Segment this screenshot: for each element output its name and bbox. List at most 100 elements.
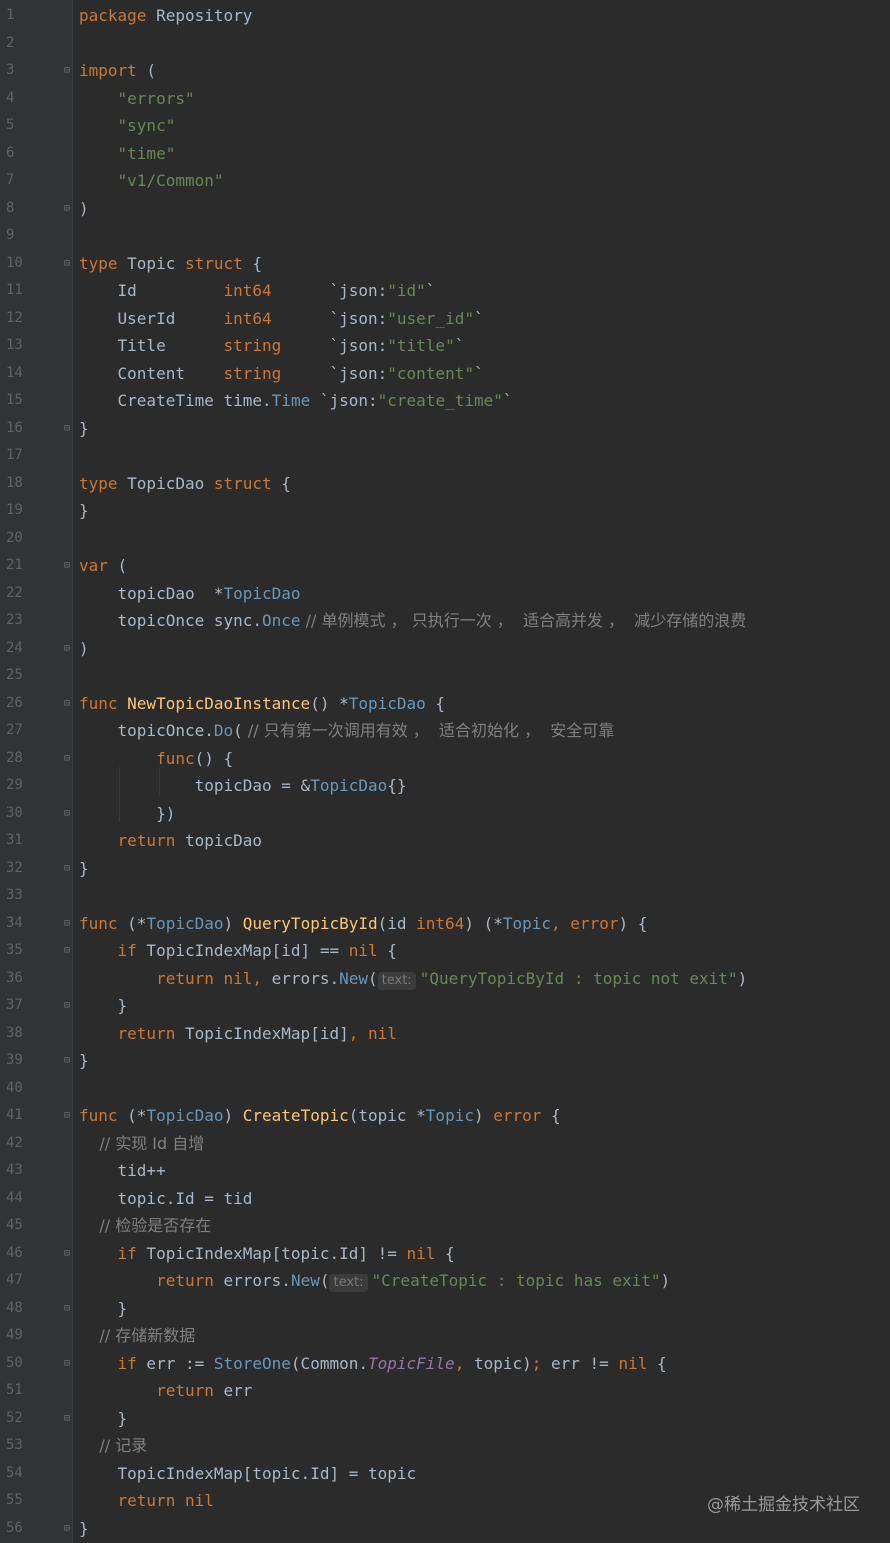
code-line[interactable]: 43 tid++ <box>0 1157 890 1185</box>
code-text: } <box>79 497 89 525</box>
code-line[interactable]: 53 // 记录 <box>0 1432 890 1460</box>
code-token: TopicDao <box>117 473 214 493</box>
code-line[interactable]: 5 "sync" <box>0 112 890 140</box>
code-editor[interactable]: 1 package Repository 2 3 ⊟ import (4 "errors"… <box>0 0 890 1543</box>
code-token: type <box>79 473 118 493</box>
code-line[interactable]: 54 TopicIndexMap[topic.Id] = topic <box>0 1460 890 1488</box>
code-token: { <box>435 1243 455 1263</box>
code-line[interactable]: 8 ⊟) <box>0 195 890 223</box>
code-token: Topic <box>502 913 552 933</box>
fold-marker-icon[interactable]: ⊟ <box>64 946 73 956</box>
code-line[interactable]: 3 ⊟ import ( <box>0 57 890 85</box>
code-line[interactable]: 51 return err <box>0 1377 890 1405</box>
code-line[interactable]: 38 return TopicIndexMap[id], nil <box>0 1020 890 1048</box>
code-token: if <box>79 1243 137 1263</box>
code-line[interactable]: 34 ⊟ func (*TopicDao) QueryTopicById(id in… <box>0 910 890 938</box>
code-line[interactable]: 12 UserId int64 `json:"user_id"` <box>0 305 890 333</box>
fold-marker-icon[interactable]: ⊟ <box>64 918 73 928</box>
code-line[interactable]: 40 <box>0 1075 890 1103</box>
code-line[interactable]: 29 topicDao = &TopicDao{} <box>0 772 890 800</box>
code-line[interactable]: 33 <box>0 882 890 910</box>
code-line[interactable]: 1 package Repository <box>0 2 890 30</box>
fold-marker-icon[interactable]: ⊟ <box>64 1413 73 1423</box>
code-line[interactable]: 37 ⊟ } <box>0 992 890 1020</box>
fold-marker-icon[interactable]: ⊟ <box>64 1303 73 1313</box>
code-text: "v1/Common" <box>79 167 224 195</box>
code-line[interactable]: 18 type TopicDao struct { <box>0 470 890 498</box>
fold-marker-icon[interactable]: ⊟ <box>64 643 73 653</box>
fold-marker-icon[interactable]: ⊟ <box>64 423 73 433</box>
code-token: TopicDao <box>146 913 224 933</box>
code-token: (* <box>117 1106 147 1125</box>
code-line[interactable]: 22 topicDao *TopicDao <box>0 580 890 608</box>
code-line[interactable]: 16 ⊟} <box>0 415 890 443</box>
code-line[interactable]: 6 "time" <box>0 140 890 168</box>
code-line[interactable]: 30 ⊟ }) <box>0 800 890 828</box>
fold-marker-icon[interactable]: ⊟ <box>64 258 73 268</box>
indent-guide <box>119 767 120 822</box>
code-line[interactable]: 15 CreateTime time.Time `json:"create_ti… <box>0 387 890 415</box>
code-line[interactable]: 20 <box>0 525 890 553</box>
fold-marker-icon[interactable]: ⊟ <box>64 561 73 571</box>
code-line[interactable]: 46 ⊟ if TopicIndexMap[topic.Id] != nil { <box>0 1240 890 1268</box>
code-line[interactable]: 10 ⊟ type Topic struct { <box>0 250 890 278</box>
line-number: 7 <box>6 172 15 188</box>
code-line[interactable]: 35 ⊟ if TopicIndexMap[id] == nil { <box>0 937 890 965</box>
code-line[interactable]: 32 ⊟} <box>0 855 890 883</box>
code-token: NewTopicDaoInstance <box>117 693 311 713</box>
code-line[interactable]: 45 // 检验是否存在 <box>0 1212 890 1240</box>
fold-marker-icon[interactable]: ⊟ <box>64 1111 73 1121</box>
code-line[interactable]: 17 <box>0 442 890 470</box>
code-line[interactable]: 56 ⊟} <box>0 1515 890 1543</box>
code-token: ` <box>502 391 513 410</box>
code-line[interactable]: 13 Title string `json:"title"` <box>0 332 890 360</box>
code-line[interactable]: 52 ⊟ } <box>0 1405 890 1433</box>
line-number: 41 <box>6 1107 23 1123</box>
code-token: } <box>79 996 128 1015</box>
code-line[interactable]: 41 ⊟ func (*TopicDao) CreateTopic(topic *T… <box>0 1102 890 1130</box>
code-text: Title string `json:"title"` <box>79 332 465 360</box>
code-line[interactable]: 27 topicOnce.Do( // 只有第一次调用有效 ， 适合初始化 ， … <box>0 717 890 745</box>
code-token: {} <box>387 776 407 795</box>
fold-marker-icon[interactable]: ⊟ <box>64 808 73 818</box>
code-token: Id <box>79 281 224 300</box>
code-line[interactable]: 39 ⊟} <box>0 1047 890 1075</box>
code-text: topicOnce.Do( // 只有第一次调用有效 ， 适合初始化 ， 安全可… <box>79 717 615 745</box>
code-line[interactable]: 23 topicOnce sync.Once // 单例模式 ， 只执行一次 ，… <box>0 607 890 635</box>
code-line[interactable]: 4 "errors" <box>0 85 890 113</box>
code-line[interactable]: 36 return nil, errors.New(text: "QueryTop… <box>0 965 890 993</box>
code-line[interactable]: 28 ⊟ func() { <box>0 745 890 773</box>
fold-marker-icon[interactable]: ⊟ <box>64 66 73 76</box>
fold-marker-icon[interactable]: ⊟ <box>64 1523 73 1533</box>
code-text: package Repository <box>79 2 252 30</box>
fold-marker-icon[interactable]: ⊟ <box>64 753 73 763</box>
code-line[interactable]: 47 return errors.New(text: "CreateTopic :… <box>0 1267 890 1295</box>
code-line[interactable]: 49 // 存储新数据 <box>0 1322 890 1350</box>
code-token: , error <box>551 913 619 933</box>
fold-marker-icon[interactable]: ⊟ <box>64 1001 73 1011</box>
code-line[interactable]: 2 <box>0 30 890 58</box>
fold-marker-icon[interactable]: ⊟ <box>64 698 73 708</box>
fold-marker-icon[interactable]: ⊟ <box>64 1056 73 1066</box>
fold-marker-icon[interactable]: ⊟ <box>64 1248 73 1258</box>
code-text: // 检验是否存在 <box>79 1212 211 1240</box>
code-line[interactable]: 42 // 实现 Id 自增 <box>0 1130 890 1158</box>
code-line[interactable]: 26 ⊟ func NewTopicDaoInstance() *TopicDao … <box>0 690 890 718</box>
line-number: 20 <box>6 529 23 546</box>
code-line[interactable]: 21 ⊟ var ( <box>0 552 890 580</box>
code-line[interactable]: 11 Id int64 `json:"id"` <box>0 277 890 305</box>
code-line[interactable]: 25 <box>0 662 890 690</box>
fold-marker-icon[interactable]: ⊟ <box>64 1358 73 1368</box>
code-line[interactable]: 44 topic.Id = tid <box>0 1185 890 1213</box>
code-line[interactable]: 14 Content string `json:"content"` <box>0 360 890 388</box>
code-line[interactable]: 9 <box>0 222 890 250</box>
fold-marker-icon[interactable]: ⊟ <box>64 203 73 213</box>
code-line[interactable]: 7 "v1/Common" <box>0 167 890 195</box>
code-line[interactable]: 48 ⊟ } <box>0 1295 890 1323</box>
fold-marker-icon[interactable]: ⊟ <box>64 863 73 873</box>
code-line[interactable]: 50 ⊟ if err := StoreOne(Common.TopicFile,… <box>0 1350 890 1378</box>
code-line[interactable]: 24 ⊟) <box>0 635 890 663</box>
code-line[interactable]: 31 return topicDao <box>0 827 890 855</box>
code-token: Do <box>213 721 234 740</box>
code-line[interactable]: 19} <box>0 497 890 525</box>
